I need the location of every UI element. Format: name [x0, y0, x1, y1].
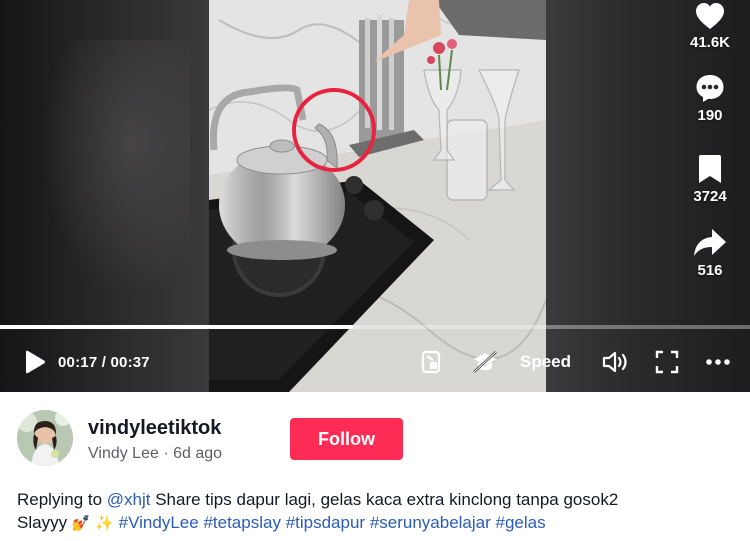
progress-fill [0, 325, 353, 329]
fullscreen-button[interactable] [655, 340, 679, 384]
save-count: 3724 [693, 188, 727, 205]
play-button[interactable] [24, 340, 46, 384]
hashtag-link[interactable]: #tipsdapur [286, 513, 365, 532]
save-action[interactable]: 3724 [670, 154, 750, 205]
time-display: 00:17 / 00:37 [58, 340, 150, 384]
time-separator: / [97, 353, 111, 371]
author-subline: Vindy Lee · 6d ago [88, 445, 222, 463]
video-info-panel: vindyleetiktok Vindy Lee · 6d ago Follow… [0, 392, 750, 541]
bookmark-icon[interactable] [697, 154, 723, 184]
video-controls: 00:17 / 00:37 Speed [0, 340, 750, 384]
speed-button[interactable]: Speed [520, 340, 571, 384]
comment-count: 190 [697, 107, 723, 124]
heart-icon[interactable] [695, 2, 725, 30]
hashtag-link[interactable]: #serunyabelajar [370, 513, 491, 532]
share-action[interactable]: 516 [670, 228, 750, 279]
like-count: 41.6K [689, 34, 731, 51]
autoscroll-button[interactable] [472, 340, 498, 384]
share-count: 516 [697, 262, 723, 279]
volume-button[interactable] [602, 340, 630, 384]
picture-in-picture-icon[interactable] [420, 350, 444, 374]
avatar[interactable] [17, 410, 73, 466]
video-frame [209, 0, 546, 392]
elapsed-time: 00:17 [58, 353, 98, 371]
volume-icon[interactable] [602, 350, 630, 374]
comment-action[interactable]: 190 [670, 73, 750, 124]
video-player[interactable]: 41.6K 190 3724 516 00:17 / 00:37 Speed [0, 0, 750, 392]
video-caption: Replying to @xhjt Share tips dapur lagi,… [17, 488, 737, 535]
share-icon[interactable] [693, 228, 727, 258]
username[interactable]: vindyleetiktok [88, 417, 221, 440]
more-icon[interactable] [705, 358, 731, 366]
hashtag-link[interactable]: #tetapslay [203, 513, 281, 532]
avatar-image [17, 410, 73, 466]
total-duration: 00:37 [110, 353, 150, 371]
display-name: Vindy Lee [88, 445, 159, 462]
play-icon[interactable] [24, 350, 46, 374]
post-age: 6d ago [173, 445, 223, 462]
fullscreen-icon[interactable] [655, 350, 679, 374]
follow-button[interactable]: Follow [290, 418, 403, 460]
graduation-cap-icon[interactable] [472, 350, 498, 374]
video-blur-backdrop-left [0, 0, 209, 392]
comment-icon[interactable] [695, 73, 725, 103]
mention-link[interactable]: @xhjt [107, 490, 151, 509]
kitchen-scene [209, 0, 546, 392]
reply-prefix: Replying to [17, 490, 107, 509]
hashtag-link[interactable]: #VindyLee [119, 513, 199, 532]
pip-button[interactable] [420, 340, 444, 384]
caption-emojis: 💅 ✨ [71, 514, 114, 532]
caption-text-line2: Slayyy [17, 513, 68, 532]
hashtag-link[interactable]: #gelas [496, 513, 546, 532]
subline-dot: · [158, 445, 174, 462]
caption-text-line1: Share tips dapur lagi, gelas kaca extra … [150, 490, 619, 509]
progress-bar[interactable] [0, 325, 750, 329]
more-button[interactable] [705, 340, 731, 384]
like-action[interactable]: 41.6K [670, 2, 750, 51]
